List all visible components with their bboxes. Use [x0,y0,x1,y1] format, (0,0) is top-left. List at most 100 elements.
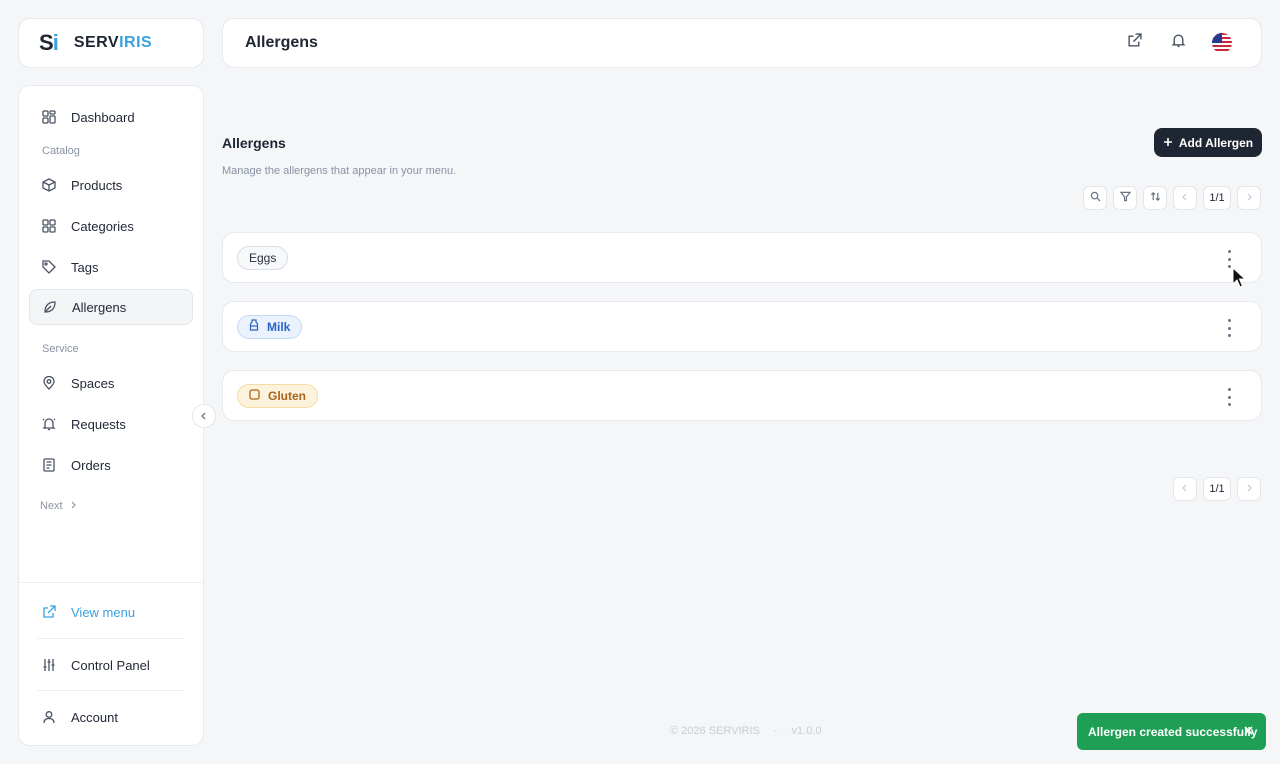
section-heading: Allergens [222,135,286,151]
sidebar-item-categories[interactable]: Categories [29,208,193,244]
sidebar-item-spaces[interactable]: Spaces [29,365,193,401]
milk-bottle-icon [249,319,259,334]
sidebar-item-requests[interactable]: Requests [29,406,193,442]
sidebar-item-account[interactable]: Account [29,699,193,735]
page-indicator: 1/1 [1203,186,1231,210]
us-flag-icon [1212,33,1232,53]
tag-icon [41,259,57,275]
sidebar-item-label: Orders [71,457,111,473]
row-actions-button[interactable] [1221,319,1237,337]
allergen-row-milk[interactable]: Milk [222,301,1262,352]
brand-name-a: SERV [73,34,120,51]
logo-mark: Si [39,30,59,56]
divider [19,582,203,583]
logo-mark-s: S [39,30,54,55]
chevron-right-icon [1245,483,1253,495]
logo[interactable]: Si SERVIRIS [18,18,204,68]
next-page-button[interactable] [1237,186,1261,210]
kebab-dot [1227,395,1231,399]
sliders-icon [41,657,57,673]
sidebar-item-label: Dashboard [71,109,135,125]
version-text: v1.0.0 [791,725,822,737]
divider [37,690,185,691]
filter-icon [1119,191,1131,205]
copyright-text: © 2026 SERVIRIS [670,725,760,737]
top-header: Allergens [222,18,1262,68]
bell-icon [1170,33,1186,53]
kebab-dot [1227,265,1231,268]
kebab-dot [1227,250,1231,253]
add-allergen-button[interactable]: Add Allergen [1154,128,1262,157]
sidebar-item-label: Categories [71,218,134,234]
map-pin-icon [41,375,57,391]
view-menu-link[interactable]: View menu [29,594,193,630]
square-icon [249,388,260,403]
next-link[interactable]: Next [40,500,77,512]
dashboard-icon [41,109,57,125]
sidebar: Dashboard Catalog Products Categories Ta… [18,85,204,746]
external-link-icon [1127,33,1142,53]
notifications-button[interactable] [1167,32,1189,54]
section-description: Manage the allergens that appear in your… [222,165,457,177]
plus-icon [1163,136,1173,150]
sidebar-item-control-panel[interactable]: Control Panel [29,647,193,683]
allergen-row-gluten[interactable]: Gluten [222,370,1262,421]
chevron-left-icon [1181,483,1189,495]
allergen-chip: Milk [237,314,303,339]
allergen-name: Gluten [268,388,306,403]
sidebar-item-allergens[interactable]: Allergens [29,289,193,325]
brand-name: SERVIRIS [74,34,152,52]
page-indicator-bottom: 1/1 [1203,477,1231,501]
section-label-service: Service [42,343,79,355]
sidebar-item-products[interactable]: Products [29,167,193,203]
kebab-dot [1227,388,1231,391]
box-icon [41,177,57,193]
chevron-left-icon [200,407,208,425]
prev-page-button-bottom[interactable] [1173,477,1197,501]
next-page-button-bottom[interactable] [1237,477,1261,501]
kebab-dot [1227,319,1231,322]
page-title: Allergens [245,34,318,51]
sidebar-collapse-button[interactable] [192,404,216,428]
sidebar-item-label: Spaces [71,375,115,391]
user-icon [41,709,57,725]
sidebar-item-dashboard[interactable]: Dashboard [29,99,193,135]
sort-icon [1150,191,1161,205]
filter-button[interactable] [1113,186,1137,210]
close-icon [1243,724,1253,738]
receipt-icon [41,457,57,473]
external-link-icon [41,604,57,620]
allergen-chip: Gluten [237,383,318,408]
row-actions-button[interactable] [1221,388,1237,406]
sidebar-item-label: Requests [71,416,126,432]
sidebar-item-orders[interactable]: Orders [29,447,193,483]
kebab-dot [1227,326,1231,330]
success-toast: Allergen created successfully [1077,713,1266,750]
grid-icon [41,218,57,234]
account-label: Account [71,709,118,725]
sidebar-item-tags[interactable]: Tags [29,249,193,285]
toast-close-button[interactable] [1240,723,1256,739]
allergen-name: Milk [267,319,291,334]
sidebar-item-label: Allergens [72,299,127,315]
language-selector[interactable] [1211,32,1233,54]
kebab-dot [1227,257,1231,261]
row-actions-button[interactable] [1221,250,1237,268]
toast-message: Allergen created successfully [1088,724,1258,739]
sort-button[interactable] [1143,186,1167,210]
open-menu-external-button[interactable] [1123,32,1145,54]
kebab-dot [1227,403,1231,406]
logo-mark-i: i [52,30,59,55]
section-label-catalog: Catalog [42,145,80,157]
chevron-right-icon [69,500,77,512]
search-icon [1090,191,1101,205]
prev-page-button[interactable] [1173,186,1197,210]
leaf-icon [42,299,58,315]
allergen-row-eggs[interactable]: Eggs [222,232,1262,283]
allergen-name: Eggs [249,250,277,265]
brand-name-b: IRIS [119,34,153,51]
footer-separator: · [773,725,778,737]
kebab-dot [1227,334,1231,337]
sidebar-item-label: Tags [71,259,99,275]
search-button[interactable] [1083,186,1107,210]
